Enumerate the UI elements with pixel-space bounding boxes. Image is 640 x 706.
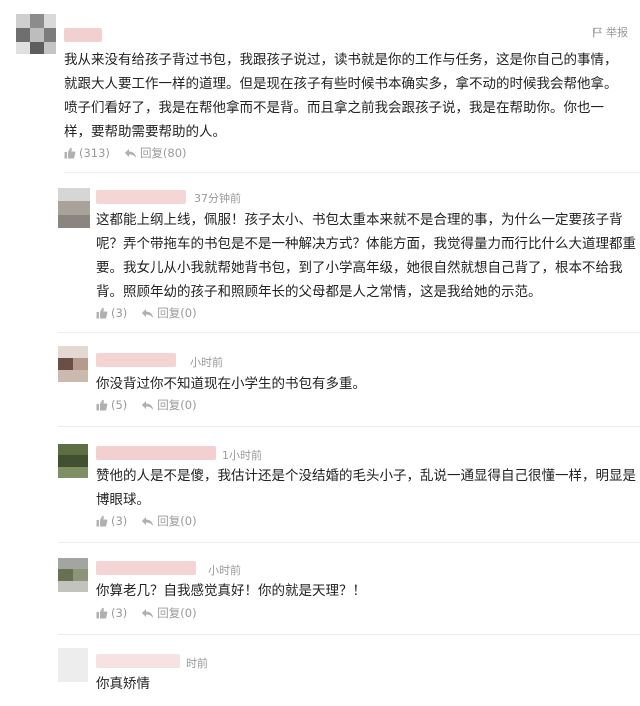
divider [58, 634, 640, 635]
flag-icon [593, 27, 602, 37]
reply-arrow-icon [142, 516, 154, 526]
reply-username-blurred[interactable] [96, 446, 216, 460]
reply-avatar[interactable] [58, 558, 88, 592]
reply-time: 时前 [186, 657, 208, 670]
main-like-count: (313) [79, 146, 110, 160]
reply-reply-count: 回复(0) [157, 606, 197, 620]
reply-like-button[interactable]: (3) [96, 606, 127, 620]
reply-text: 赞他的人是不是傻，我估计还是个没结婚的毛头小子，乱说一通显得自己很懂一样，明显是… [96, 468, 636, 508]
divider [58, 426, 640, 427]
reply-arrow-icon [142, 308, 154, 318]
thumbs-up-icon [64, 147, 76, 159]
reply-time: 37分钟前 [194, 192, 241, 205]
reply-like-button[interactable]: (3) [96, 306, 127, 320]
thumbs-up-icon [96, 307, 108, 319]
reply-reply-count: 回复(0) [157, 306, 197, 320]
main-reply-count: 回复(80) [139, 146, 187, 160]
reply-text: 这都能上纲上线，佩服！孩子太小、书包太重本来就不是合理的事，为什么一定要孩子背呢… [96, 212, 636, 300]
reply-time: 小时前 [190, 356, 223, 369]
reply-time: 小时前 [208, 564, 241, 577]
reply-like-count: (3) [111, 306, 128, 320]
reply-username-blurred[interactable] [96, 190, 186, 204]
reply-avatar[interactable] [58, 346, 88, 382]
reply-like-count: (3) [111, 606, 128, 620]
reply-actions: (3) 回复(0) [96, 305, 211, 321]
reply-actions: (3) 回复(0) [96, 605, 211, 621]
reply-reply-button[interactable]: 回复(0) [141, 397, 197, 413]
reply-username-blurred[interactable] [96, 654, 180, 668]
reply-like-button[interactable]: (3) [96, 514, 127, 528]
main-comment-username-blurred[interactable] [64, 28, 102, 42]
thumbs-up-icon [96, 399, 108, 411]
reply-reply-count: 回复(0) [157, 514, 197, 528]
reply-avatar[interactable] [58, 444, 88, 478]
reply-actions: (3) 回复(0) [96, 513, 211, 529]
reply-username-blurred[interactable] [96, 561, 196, 575]
thumbs-up-icon [96, 607, 108, 619]
reply-arrow-icon [142, 400, 154, 410]
reply-like-count: (3) [111, 514, 128, 528]
reply-avatar[interactable] [58, 188, 90, 228]
reply-reply-button[interactable]: 回复(0) [141, 513, 197, 529]
reply-arrow-icon [142, 608, 154, 618]
report-label: 举报 [606, 26, 628, 39]
reply-avatar[interactable] [58, 648, 88, 682]
reply-reply-button[interactable]: 回复(0) [141, 605, 197, 621]
reply-text: 你真矫情 [96, 676, 150, 692]
reply-reply-count: 回复(0) [157, 398, 197, 412]
main-like-button[interactable]: (313) [64, 146, 110, 160]
main-comment-actions: (313) 回复(80) [64, 145, 201, 161]
divider [58, 542, 640, 543]
reply-arrow-icon [124, 148, 137, 158]
main-comment-avatar[interactable] [16, 14, 56, 54]
divider [58, 332, 640, 333]
main-comment-text: 我从来没有给孩子背过书包，我跟孩子说过，读书就是你的工作与任务，这是你自己的事情… [64, 52, 618, 140]
main-reply-button[interactable]: 回复(80) [124, 145, 187, 161]
reply-like-count: (5) [111, 398, 128, 412]
reply-text: 你算老几？自我感觉真好！你的就是天理？！ [96, 583, 366, 599]
reply-reply-button[interactable]: 回复(0) [141, 305, 197, 321]
report-link[interactable]: 举报 [592, 24, 628, 40]
reply-actions: (5) 回复(0) [96, 397, 211, 413]
thumbs-up-icon [96, 515, 108, 527]
reply-text: 你没背过你不知道现在小学生的书包有多重。 [96, 376, 366, 392]
reply-time: 1小时前 [222, 449, 262, 462]
divider [64, 172, 640, 173]
reply-like-button[interactable]: (5) [96, 398, 127, 412]
reply-username-blurred[interactable] [96, 353, 176, 367]
